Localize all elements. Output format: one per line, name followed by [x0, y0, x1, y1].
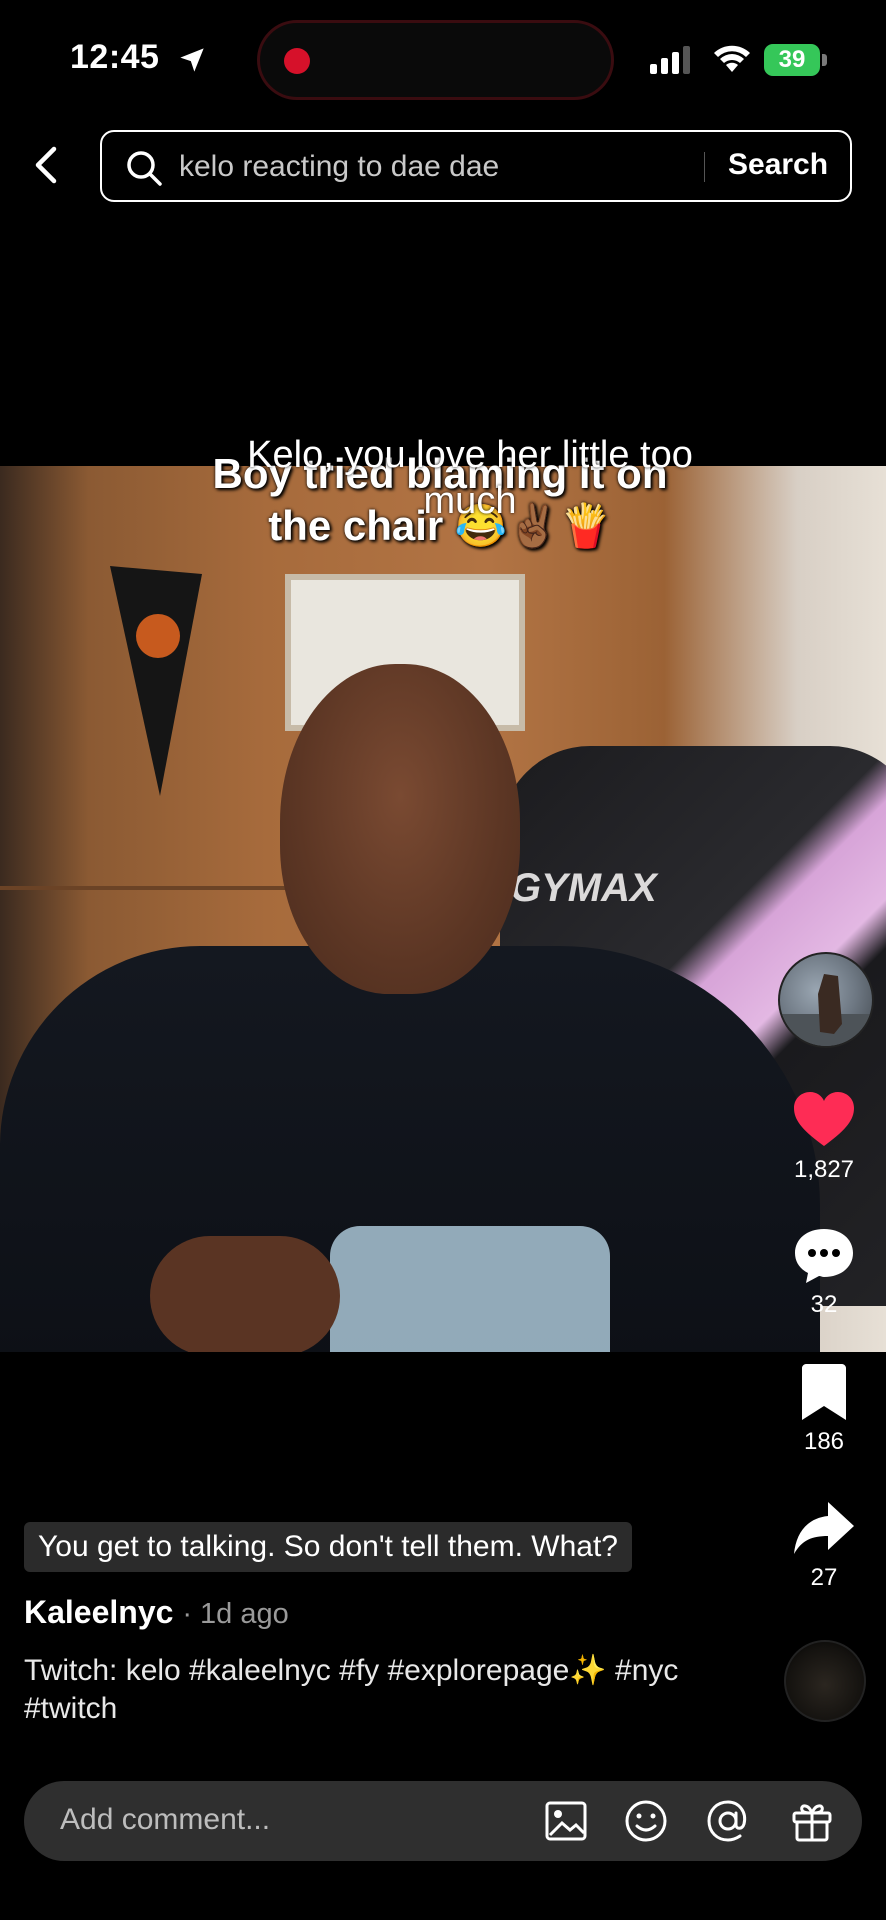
post-description[interactable]: Twitch: kelo #kaleelnyc #fy #explorepage… [24, 1652, 704, 1728]
subtitle-chip: You get to talking. So don't tell them. … [24, 1522, 632, 1572]
username[interactable]: Kaleelnyc [24, 1594, 173, 1630]
cellular-signal-icon [650, 46, 690, 74]
music-disc-icon[interactable] [784, 1640, 866, 1722]
avatar-image-icon [780, 974, 872, 1046]
search-button[interactable]: Search [728, 148, 828, 182]
emoji-icon[interactable] [624, 1799, 668, 1843]
comment-button[interactable]: 32 [769, 1225, 879, 1319]
person-head [280, 664, 520, 994]
comment-bubble-icon [795, 1229, 853, 1283]
at-mention-icon[interactable] [706, 1799, 750, 1843]
creator-avatar[interactable] [778, 952, 874, 1048]
like-button[interactable]: 1,827 [769, 1090, 879, 1184]
save-count: 186 [803, 1428, 845, 1455]
pennant-flag [110, 566, 202, 796]
person-hand [150, 1236, 340, 1352]
search-icon [127, 151, 162, 186]
post-author[interactable]: Kaleelnyc · 1d ago [24, 1594, 289, 1631]
like-count: 1,827 [793, 1156, 855, 1183]
save-button[interactable]: 186 [769, 1362, 879, 1456]
dynamic-island [257, 20, 614, 100]
battery-icon: 39 [764, 44, 828, 76]
share-count: 27 [810, 1564, 838, 1591]
gift-icon[interactable] [790, 1799, 834, 1843]
recording-indicator-icon [284, 48, 310, 74]
search-input[interactable]: kelo reacting to dae dae [179, 150, 499, 184]
bookmark-icon [802, 1364, 846, 1420]
video-player[interactable]: GYMAX [0, 466, 886, 1352]
share-button[interactable]: 27 [769, 1498, 879, 1592]
heart-icon [794, 1092, 854, 1146]
comment-bar[interactable]: Add comment... [24, 1781, 862, 1861]
comment-count: 32 [810, 1291, 838, 1318]
image-icon[interactable] [544, 1799, 588, 1843]
wifi-icon [714, 45, 750, 72]
comment-input[interactable]: Add comment... [60, 1803, 270, 1837]
battery-level: 39 [764, 44, 820, 76]
back-button[interactable] [22, 140, 72, 190]
chair-brand: GYMAX [510, 866, 657, 910]
chevron-left-icon [35, 146, 57, 184]
post-time: · 1d ago [182, 1598, 289, 1630]
search-bar[interactable]: kelo reacting to dae dae Search [100, 130, 852, 202]
search-divider [704, 152, 705, 182]
shirt-print [330, 1226, 610, 1352]
share-arrow-icon [794, 1502, 854, 1554]
status-time: 12:45 [70, 38, 160, 76]
video-text-overlay: Kelo, you love her little too much [190, 432, 750, 524]
location-arrow-icon [180, 48, 204, 72]
overlay-caption-line: much [423, 480, 517, 522]
overlay-caption-line: Kelo, you love her little too [247, 434, 693, 476]
